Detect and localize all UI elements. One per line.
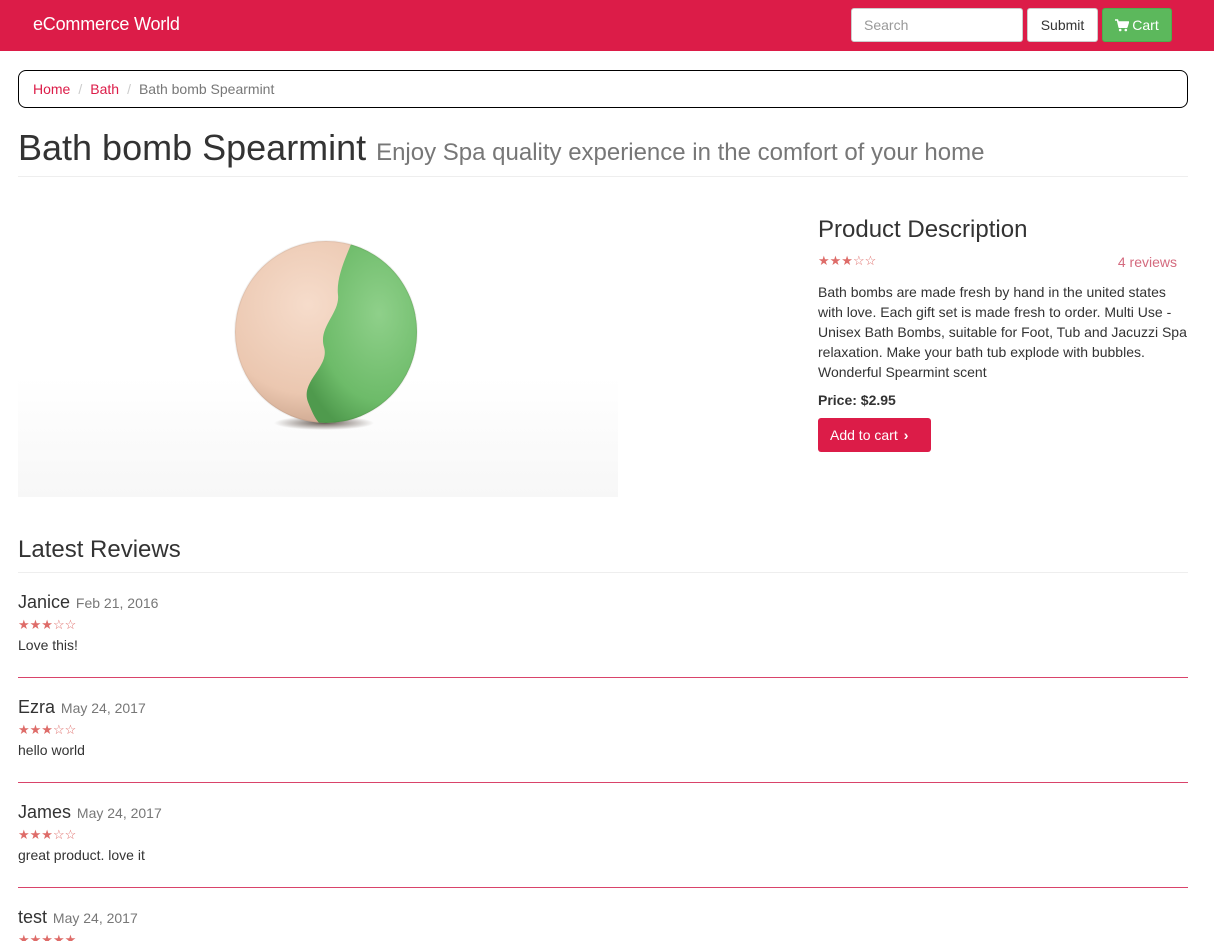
product-description-text: Bath bombs are made fresh by hand in the… <box>818 284 1187 380</box>
breadcrumb-current: Bath bomb Spearmint <box>138 81 275 97</box>
review-divider <box>18 782 1188 783</box>
page-title: Bath bomb Spearmint <box>18 127 367 168</box>
review-author: James <box>18 802 72 822</box>
add-to-cart-button[interactable]: Add to cart › <box>818 418 931 452</box>
star-rating-icon: ★★★☆☆ <box>818 253 877 268</box>
breadcrumb-separator: / <box>127 81 131 97</box>
review-date: May 24, 2017 <box>60 700 146 716</box>
review-divider <box>18 677 1188 678</box>
add-to-cart-label: Add to cart <box>830 427 898 443</box>
product-price: Price: $2.95 <box>818 392 896 408</box>
review-date: Feb 21, 2016 <box>75 595 159 611</box>
reviews-heading: Latest Reviews <box>18 536 181 563</box>
page-header: Bath bomb Spearmint Enjoy Spa quality ex… <box>18 128 1188 177</box>
star-rating-icon: ★★★☆☆ <box>18 827 77 842</box>
rating-row: ★★★☆☆ 4 reviews <box>818 252 1188 272</box>
review-text: Love this! <box>18 637 78 653</box>
review-author: Janice <box>18 592 71 612</box>
review-date: May 24, 2017 <box>52 910 138 926</box>
description-heading: Product Description <box>818 216 1028 243</box>
review-item: test May 24, 2017 ★★★★★ <box>18 907 1188 941</box>
product-image <box>18 197 618 497</box>
star-rating-icon: ★★★☆☆ <box>18 617 77 632</box>
search-input[interactable] <box>851 8 1023 42</box>
reviews-count-link[interactable]: 4 reviews <box>1118 254 1177 270</box>
shopping-cart-icon <box>1115 19 1130 32</box>
review-author: test <box>18 907 48 927</box>
bath-bomb-image <box>234 240 418 430</box>
star-rating-icon: ★★★☆☆ <box>18 722 77 737</box>
review-divider <box>18 887 1188 888</box>
chevron-right-icon: › <box>903 427 909 443</box>
star-rating-icon: ★★★★★ <box>18 932 77 941</box>
reviews-header: Latest Reviews <box>18 534 1188 573</box>
review-date: May 24, 2017 <box>76 805 162 821</box>
review-text: great product. love it <box>18 847 145 863</box>
breadcrumb-bath-link[interactable]: Bath <box>90 81 119 97</box>
cart-button[interactable]: Cart <box>1102 8 1172 42</box>
page-subtitle: Enjoy Spa quality experience in the comf… <box>376 139 985 166</box>
review-author: Ezra <box>18 697 56 717</box>
breadcrumb: Home / Bath / Bath bomb Spearmint <box>18 70 1188 108</box>
cart-label: Cart <box>1132 17 1159 33</box>
breadcrumb-separator: / <box>78 81 83 97</box>
product-description-panel: Product Description ★★★☆☆ 4 reviews Bath… <box>818 214 1188 452</box>
brand-link[interactable]: eCommerce World <box>33 14 180 35</box>
top-navbar: eCommerce World Submit Cart <box>0 0 1214 51</box>
review-item: Ezra May 24, 2017 ★★★☆☆ hello world <box>18 697 1188 758</box>
breadcrumb-home-link[interactable]: Home <box>33 81 70 97</box>
submit-button[interactable]: Submit <box>1027 8 1098 42</box>
review-item: Janice Feb 21, 2016 ★★★☆☆ Love this! <box>18 592 1188 653</box>
review-text: hello world <box>18 742 85 758</box>
review-item: James May 24, 2017 ★★★☆☆ great product. … <box>18 802 1188 863</box>
